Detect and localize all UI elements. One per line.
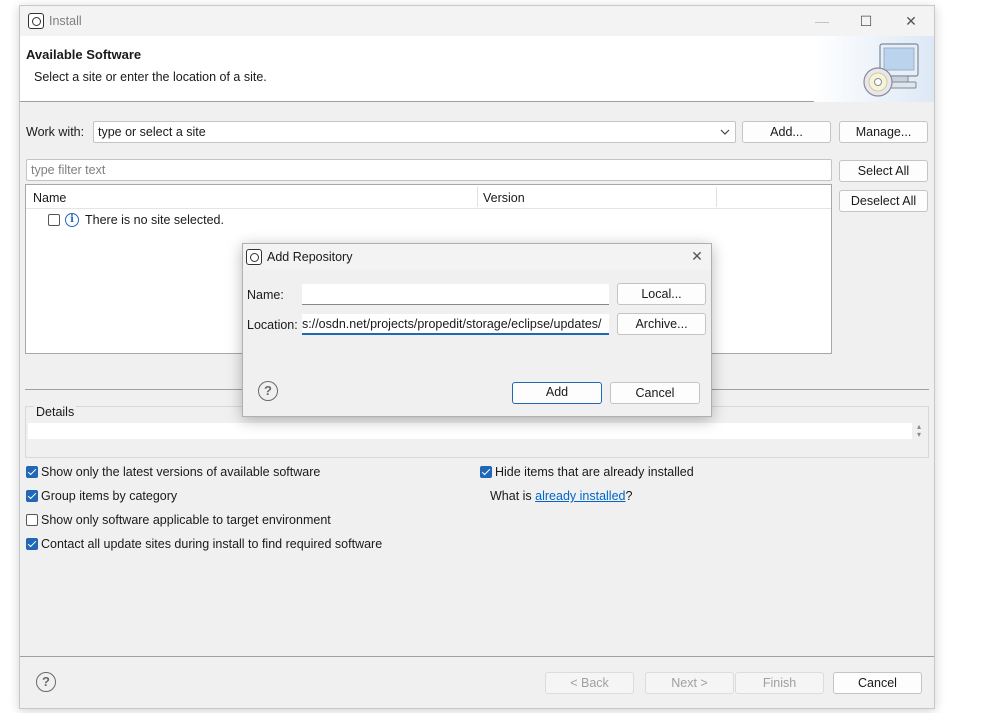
- work-with-combo[interactable]: type or select a site: [93, 121, 736, 143]
- row-checkbox[interactable]: [48, 214, 60, 226]
- help-icon[interactable]: ?: [36, 672, 56, 692]
- computer-cd-icon: [863, 43, 919, 97]
- deselect-all-button[interactable]: Deselect All: [839, 190, 928, 212]
- dialog-cancel-button[interactable]: Cancel: [610, 382, 700, 404]
- work-with-label: Work with:: [26, 125, 85, 139]
- option-target-environment[interactable]: Show only software applicable to target …: [41, 513, 331, 527]
- add-site-button[interactable]: Add...: [742, 121, 831, 143]
- details-text-area[interactable]: [28, 423, 912, 439]
- select-all-button[interactable]: Select All: [839, 160, 928, 182]
- eclipse-app-icon: [28, 13, 44, 29]
- column-header-name[interactable]: Name: [33, 191, 66, 205]
- close-button[interactable]: ✕: [899, 10, 923, 32]
- row-label: There is no site selected.: [85, 213, 224, 227]
- checkbox-group-by-category[interactable]: [26, 490, 38, 502]
- scroll-arrows-icon[interactable]: ▴ ▾: [914, 423, 924, 439]
- name-input[interactable]: [302, 284, 609, 305]
- checkbox-hide-installed[interactable]: [480, 466, 492, 478]
- archive-button[interactable]: Archive...: [617, 313, 706, 335]
- next-button[interactable]: Next >: [645, 672, 734, 694]
- column-divider: [716, 187, 717, 207]
- details-label: Details: [34, 405, 77, 419]
- filter-placeholder: type filter text: [31, 163, 106, 177]
- option-hide-installed[interactable]: Hide items that are already installed: [495, 465, 694, 479]
- banner-title: Available Software: [26, 47, 142, 62]
- location-input[interactable]: s://osdn.net/projects/propedit/storage/e…: [302, 314, 609, 335]
- location-input-value: s://osdn.net/projects/propedit/storage/e…: [302, 317, 602, 331]
- finish-button[interactable]: Finish: [735, 672, 824, 694]
- dialog-title: Add Repository: [267, 250, 353, 264]
- dialog-help-icon[interactable]: ?: [258, 381, 278, 401]
- cancel-button[interactable]: Cancel: [833, 672, 922, 694]
- local-button[interactable]: Local...: [617, 283, 706, 305]
- info-icon: i: [65, 213, 79, 227]
- filter-input[interactable]: type filter text: [26, 159, 832, 181]
- dialog-add-button[interactable]: Add: [512, 382, 602, 404]
- checkbox-contact-update-sites[interactable]: [26, 538, 38, 550]
- banner-subtitle: Select a site or enter the location of a…: [34, 70, 267, 84]
- already-installed-link[interactable]: already installed: [535, 489, 625, 503]
- dialog-title-bar: Add Repository ✕: [243, 244, 711, 270]
- option-group-by-category[interactable]: Group items by category: [41, 489, 177, 503]
- dialog-close-button[interactable]: ✕: [685, 245, 709, 267]
- option-latest-versions[interactable]: Show only the latest versions of availab…: [41, 465, 320, 479]
- checkbox-latest-versions[interactable]: [26, 466, 38, 478]
- what-is-suffix: ?: [625, 489, 633, 503]
- column-header-version[interactable]: Version: [483, 191, 525, 205]
- location-label: Location:: [247, 318, 298, 332]
- what-is-installed-text: What is already installed?: [490, 489, 632, 503]
- window-title: Install: [49, 14, 82, 28]
- back-button[interactable]: < Back: [545, 672, 634, 694]
- work-with-combo-text: type or select a site: [98, 125, 206, 139]
- what-is-prefix: What is: [490, 489, 536, 503]
- minimize-button[interactable]: —: [810, 10, 834, 32]
- title-bar: Install — ☐ ✕: [20, 6, 934, 36]
- add-repository-dialog: Add Repository ✕ Name: Local... Location…: [242, 243, 712, 417]
- table-header: Name Version: [26, 185, 831, 209]
- table-row[interactable]: i There is no site selected.: [48, 212, 348, 230]
- chevron-down-icon: [719, 122, 731, 142]
- manage-button[interactable]: Manage...: [839, 121, 928, 143]
- eclipse-app-icon: [246, 249, 262, 265]
- checkbox-target-environment[interactable]: [26, 514, 38, 526]
- wizard-banner: Available Software Select a site or ente…: [20, 36, 934, 102]
- column-divider: [477, 187, 478, 207]
- footer-separator: [20, 656, 934, 657]
- maximize-button[interactable]: ☐: [854, 10, 878, 32]
- name-label: Name:: [247, 288, 284, 302]
- option-contact-update-sites[interactable]: Contact all update sites during install …: [41, 537, 382, 551]
